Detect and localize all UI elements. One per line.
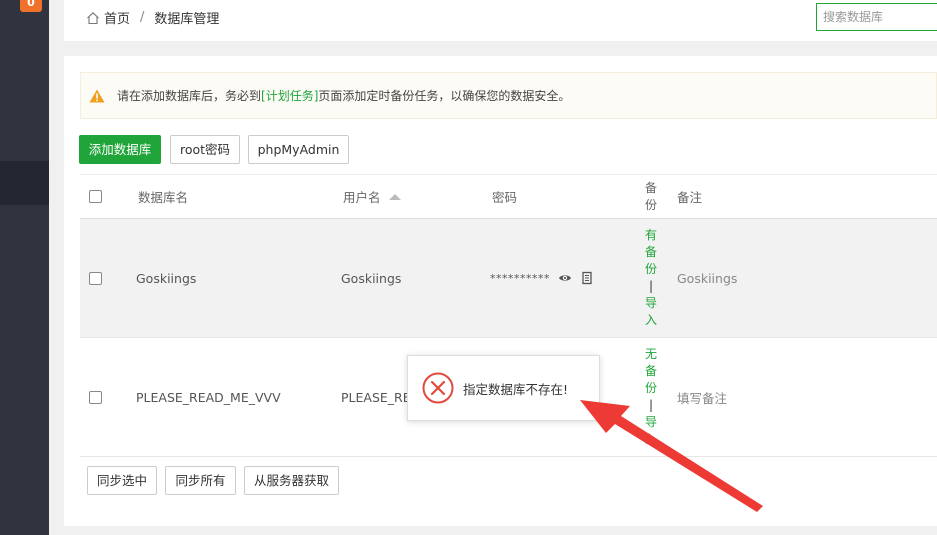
select-all-cell <box>89 175 102 218</box>
header-backup: 备 份 <box>645 175 657 218</box>
backup-char: 份 <box>645 262 658 276</box>
main-panel: 请在添加数据库后，务必到 [计划任务] 页面添加定时备份任务，以确保您的数据安全。 … <box>64 56 937 526</box>
alert-text-after: 页面添加定时备份任务，以确保您的数据安全。 <box>318 89 571 103</box>
backup-char: 无 <box>645 347 658 361</box>
alert-text-before: 请在添加数据库后，务必到 <box>117 89 262 103</box>
header-user-label: 用户名 <box>343 190 381 205</box>
backup-separator: | <box>648 398 654 412</box>
backup-char: 备 <box>645 245 658 259</box>
sidebar-item-active[interactable] <box>0 161 49 205</box>
row-select-cell <box>89 338 102 456</box>
sync-all-button[interactable]: 同步所有 <box>165 466 236 495</box>
error-dialog: 指定数据库不存在! <box>407 355 600 421</box>
home-icon <box>87 11 99 24</box>
row-db-name: PLEASE_READ_ME_VVV <box>136 389 281 405</box>
error-icon <box>422 372 454 404</box>
notification-badge[interactable]: 0 <box>20 0 42 12</box>
header-note: 备注 <box>677 190 703 205</box>
breadcrumb: 首页 / 数据库管理 <box>86 8 219 27</box>
row-checkbox[interactable] <box>89 390 102 404</box>
copy-icon[interactable] <box>580 271 594 285</box>
backup-char: 份 <box>645 381 658 395</box>
table-header: 数据库名 用户名 密码 备 份 备注 <box>80 174 937 219</box>
import-char: 入 <box>645 313 658 327</box>
row-db-name: Goskiings <box>136 270 197 286</box>
header-backup-char: 备 <box>645 180 658 195</box>
import-char: 导 <box>645 415 658 429</box>
backup-char: 有 <box>645 228 658 242</box>
schedule-task-link[interactable]: [计划任务] <box>261 87 318 104</box>
eye-icon[interactable] <box>558 271 572 285</box>
password-mask: ********** <box>490 271 550 285</box>
root-password-button[interactable]: root密码 <box>170 135 240 164</box>
sort-up-icon[interactable] <box>388 193 401 200</box>
sync-selected-button[interactable]: 同步选中 <box>87 466 157 495</box>
import-char: 导 <box>645 296 658 310</box>
search-input[interactable] <box>816 3 937 31</box>
sidebar: 0 <box>0 0 49 535</box>
breadcrumb-home[interactable]: 首页 <box>104 8 130 27</box>
top-bar: 首页 / 数据库管理 <box>64 0 937 41</box>
row-note[interactable]: 填写备注 <box>677 338 727 456</box>
row-backup-status[interactable]: 有 备 份 | 导 入 <box>645 219 657 337</box>
warning-icon <box>89 89 105 102</box>
import-char: 入 <box>645 432 658 446</box>
breadcrumb-current: 数据库管理 <box>154 12 220 27</box>
backup-separator: | <box>648 279 654 293</box>
fetch-from-server-button[interactable]: 从服务器获取 <box>244 466 339 495</box>
error-message: 指定数据库不存在! <box>463 381 569 397</box>
header-backup-char: 份 <box>645 197 658 212</box>
backup-char: 备 <box>645 364 658 378</box>
backup-alert: 请在添加数据库后，务必到 [计划任务] 页面添加定时备份任务，以确保您的数据安全。 <box>80 72 937 119</box>
phpmyadmin-button[interactable]: phpMyAdmin <box>248 135 349 164</box>
breadcrumb-separator: / <box>140 10 145 25</box>
add-database-button[interactable]: 添加数据库 <box>79 135 161 164</box>
row-select-cell <box>89 219 102 337</box>
row-checkbox[interactable] <box>89 271 102 285</box>
row-username: Goskiings <box>341 270 402 286</box>
header-name[interactable]: 数据库名 <box>138 175 188 218</box>
select-all-checkbox[interactable] <box>89 190 102 203</box>
header-password: 密码 <box>492 190 518 205</box>
header-user[interactable]: 用户名 <box>343 175 401 218</box>
table-row: Goskiings Goskiings ********** 有 备 份 | 导… <box>80 219 937 338</box>
row-backup-status[interactable]: 无 备 份 | 导 入 <box>645 338 657 456</box>
row-note[interactable]: Goskiings <box>677 219 737 337</box>
row-password: ********** <box>490 219 594 337</box>
